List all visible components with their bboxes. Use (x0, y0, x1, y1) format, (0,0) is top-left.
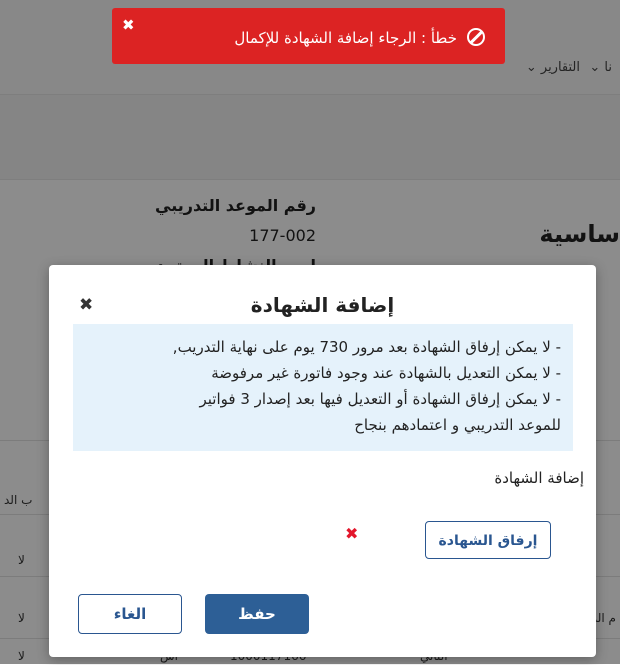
close-icon[interactable]: ✖ (79, 297, 93, 314)
add-certificate-dialog: إضافة الشهادة ✖ - لا يمكن إرفاق الشهادة … (49, 265, 596, 657)
remove-file-icon[interactable]: ✖ (345, 526, 358, 542)
toast-message-text: خطأ : الرجاء إضافة الشهادة للإكمال (234, 29, 457, 47)
toast-message: خطأ : الرجاء إضافة الشهادة للإكمال (234, 28, 485, 47)
info-line: للموعد التدريبي و اعتمادهم بنجاح (354, 416, 561, 434)
attach-certificate-button[interactable]: إرفاق الشهادة (425, 521, 551, 559)
toast-close-icon[interactable]: ✖ (122, 18, 135, 33)
info-line: - لا يمكن التعديل بالشهادة عند وجود فاتو… (211, 364, 561, 382)
dialog-title: إضافة الشهادة (250, 293, 395, 317)
ban-icon (467, 28, 485, 46)
save-button[interactable]: حفظ (205, 594, 309, 634)
cancel-button[interactable]: الغاء (78, 594, 182, 634)
info-notice: - لا يمكن إرفاق الشهادة بعد مرور 730 يوم… (73, 324, 573, 451)
info-line: - لا يمكن إرفاق الشهادة أو التعديل فيها … (199, 390, 562, 408)
error-toast: ✖ خطأ : الرجاء إضافة الشهادة للإكمال (112, 8, 505, 64)
info-line: - لا يمكن إرفاق الشهادة بعد مرور 730 يوم… (172, 338, 561, 356)
certificate-field-label: إضافة الشهادة (494, 469, 584, 487)
